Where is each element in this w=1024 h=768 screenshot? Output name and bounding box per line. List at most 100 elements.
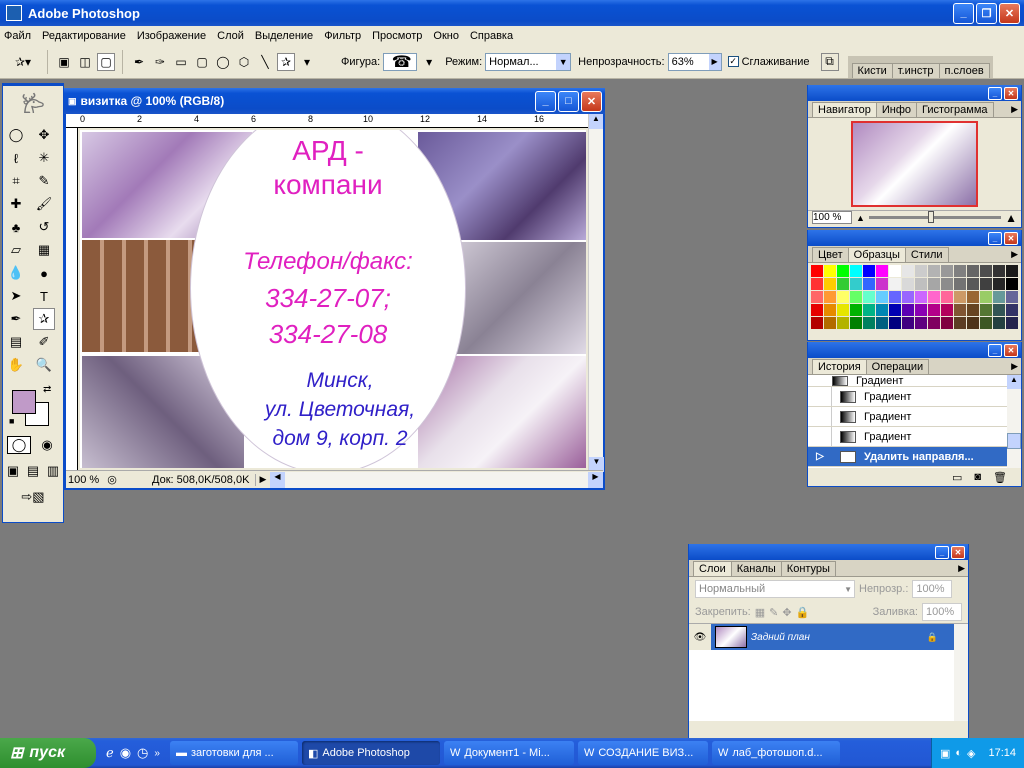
well-tab-layer-comps[interactable]: п.слоев bbox=[938, 62, 990, 78]
scroll-up-icon[interactable]: ▲ bbox=[1007, 375, 1021, 389]
layers-minimize-button[interactable]: _ bbox=[935, 545, 949, 559]
slice-tool-icon[interactable]: ✎ bbox=[33, 170, 55, 192]
swatch[interactable] bbox=[980, 291, 992, 303]
swatch[interactable] bbox=[889, 317, 901, 329]
eraser-tool-icon[interactable]: ▱ bbox=[5, 239, 27, 261]
swatch[interactable] bbox=[993, 304, 1005, 316]
eye-icon[interactable]: 👁 bbox=[689, 624, 711, 650]
swatch[interactable] bbox=[811, 265, 823, 277]
swatch[interactable] bbox=[941, 291, 953, 303]
clock-app-icon[interactable]: ◷ bbox=[137, 745, 148, 761]
swatch[interactable] bbox=[902, 317, 914, 329]
zoom-out-icon[interactable]: ▲ bbox=[856, 213, 865, 223]
swatch[interactable] bbox=[1006, 304, 1018, 316]
task-word-3[interactable]: Wлаб_фотошоп.d... bbox=[711, 741, 840, 765]
swatch[interactable] bbox=[928, 265, 940, 277]
default-colors-icon[interactable]: ■ bbox=[9, 416, 14, 426]
screen-mode-full-icon[interactable]: ▥ bbox=[44, 462, 62, 480]
history-close-button[interactable]: ✕ bbox=[1004, 343, 1018, 357]
close-button[interactable]: ✕ bbox=[999, 2, 1020, 24]
zoom-in-icon[interactable]: ▲ bbox=[1005, 211, 1017, 225]
swatch[interactable] bbox=[928, 317, 940, 329]
panel-menu-icon[interactable]: ▶ bbox=[1011, 361, 1018, 372]
navigator-minimize-button[interactable]: _ bbox=[988, 86, 1002, 100]
brush-tool-icon[interactable]: 🖌 bbox=[33, 193, 55, 215]
freeform-pen-icon[interactable]: ✑ bbox=[151, 53, 169, 71]
history-item-active[interactable]: ▷ Удалить направля... bbox=[808, 447, 1021, 467]
healing-brush-tool-icon[interactable]: ✚ bbox=[5, 193, 27, 215]
tab-styles[interactable]: Стили bbox=[904, 247, 949, 262]
swatch[interactable] bbox=[811, 291, 823, 303]
history-item[interactable]: Градиент bbox=[808, 387, 1021, 407]
jump-to-imageready-icon[interactable]: ⇨▧ bbox=[13, 486, 53, 508]
swatch[interactable] bbox=[954, 317, 966, 329]
task-folder[interactable]: ▬ заготовки для ... bbox=[169, 741, 298, 765]
swatch[interactable] bbox=[824, 291, 836, 303]
shape-layers-icon[interactable]: ▣ bbox=[55, 53, 73, 71]
swatch[interactable] bbox=[902, 278, 914, 290]
swatch[interactable] bbox=[915, 317, 927, 329]
swatch[interactable] bbox=[850, 265, 862, 277]
status-menu-arrow-icon[interactable]: ▶ bbox=[256, 474, 270, 485]
start-button[interactable]: ⊞ пуск bbox=[0, 738, 96, 768]
standard-mode-icon[interactable]: ◯ bbox=[7, 436, 31, 454]
eyedropper-tool-icon[interactable]: ✐ bbox=[33, 331, 55, 353]
navigator-close-button[interactable]: ✕ bbox=[1004, 86, 1018, 100]
antialias-checkbox[interactable]: ✓ bbox=[727, 56, 739, 67]
swatch[interactable] bbox=[993, 317, 1005, 329]
swatch[interactable] bbox=[1006, 291, 1018, 303]
rectangle-icon[interactable]: ▭ bbox=[172, 53, 190, 71]
trash-icon[interactable]: 🗑 bbox=[993, 471, 1007, 484]
tool-preset-icon[interactable]: ✰▾ bbox=[6, 53, 40, 71]
tab-layers[interactable]: Слои bbox=[693, 561, 732, 576]
swatch[interactable] bbox=[850, 317, 862, 329]
line-icon[interactable]: ╲ bbox=[256, 53, 274, 71]
tab-channels[interactable]: Каналы bbox=[730, 561, 782, 576]
type-tool-icon[interactable]: T bbox=[33, 285, 55, 307]
path-selection-tool-icon[interactable]: ➤ bbox=[5, 285, 27, 307]
swatch[interactable] bbox=[993, 291, 1005, 303]
swatches-minimize-button[interactable]: _ bbox=[988, 231, 1002, 245]
lock-image-icon[interactable]: ✎ bbox=[769, 606, 778, 619]
swap-colors-icon[interactable]: ⇄ bbox=[43, 384, 51, 395]
fill-pixels-icon[interactable]: ▢ bbox=[97, 52, 115, 71]
tab-paths[interactable]: Контуры bbox=[780, 561, 836, 576]
screen-mode-standard-icon[interactable]: ▣ bbox=[4, 462, 22, 480]
swatch[interactable] bbox=[850, 304, 862, 316]
panel-menu-icon[interactable]: ▶ bbox=[1011, 249, 1018, 260]
swatch[interactable] bbox=[837, 304, 849, 316]
swatch[interactable] bbox=[811, 304, 823, 316]
swatch[interactable] bbox=[980, 278, 992, 290]
dodge-tool-icon[interactable]: ● bbox=[33, 262, 55, 284]
swatch[interactable] bbox=[915, 265, 927, 277]
menu-filter[interactable]: Фильтр bbox=[324, 30, 361, 42]
network-icon[interactable]: ▣ bbox=[940, 747, 950, 760]
antivirus-icon[interactable]: ◈ bbox=[967, 747, 975, 760]
swatch[interactable] bbox=[902, 304, 914, 316]
swatch[interactable] bbox=[954, 291, 966, 303]
swatch[interactable] bbox=[928, 278, 940, 290]
well-tab-brushes[interactable]: Кисти bbox=[851, 62, 893, 78]
lock-all-icon[interactable]: 🔒 bbox=[796, 606, 810, 619]
history-minimize-button[interactable]: _ bbox=[988, 343, 1002, 357]
blend-mode-select[interactable]: Нормальный ▼ bbox=[695, 580, 855, 598]
tab-info[interactable]: Инфо bbox=[875, 102, 918, 117]
menu-help[interactable]: Справка bbox=[470, 30, 513, 42]
swatch[interactable] bbox=[954, 304, 966, 316]
swatch[interactable] bbox=[824, 304, 836, 316]
menu-file[interactable]: Файл bbox=[4, 30, 31, 42]
swatch[interactable] bbox=[876, 278, 888, 290]
media-icon[interactable]: ◉ bbox=[120, 745, 131, 761]
swatch[interactable] bbox=[876, 291, 888, 303]
swatch[interactable] bbox=[863, 291, 875, 303]
document-title-bar[interactable]: ▣ визитка @ 100% (RGB/8) _ □ ✕ bbox=[64, 88, 605, 114]
shape-picker[interactable]: ☎ bbox=[383, 52, 418, 71]
foreground-color-swatch[interactable] bbox=[12, 390, 36, 414]
history-state-marker-icon[interactable]: ▷ bbox=[808, 451, 832, 462]
gradient-tool-icon[interactable]: ▦ bbox=[33, 239, 55, 261]
swatch[interactable] bbox=[915, 291, 927, 303]
swatch[interactable] bbox=[837, 291, 849, 303]
zoom-slider-thumb[interactable] bbox=[928, 211, 935, 223]
palette-toggle-icon[interactable]: ⧉ bbox=[820, 52, 839, 71]
minimize-button[interactable]: _ bbox=[953, 2, 974, 24]
